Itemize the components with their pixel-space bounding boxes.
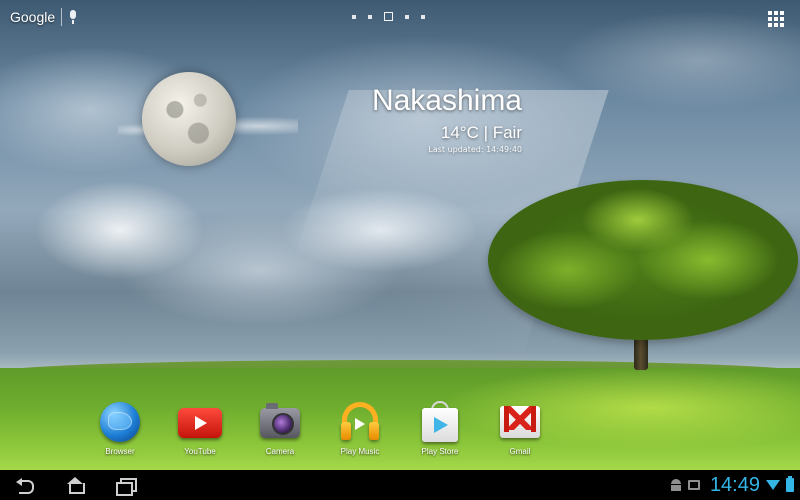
app-label: Play Store	[421, 447, 459, 456]
apps-grid-icon[interactable]	[768, 11, 784, 27]
google-search-bar[interactable]: Google	[10, 6, 78, 28]
navigation-bar: 14:49	[0, 470, 800, 500]
page-dot-1	[352, 14, 356, 19]
moon-icon[interactable]	[142, 72, 236, 166]
home-button[interactable]	[60, 474, 90, 496]
weather-widget[interactable]: Nakashima 14°C | Fair Last updated: 14:4…	[300, 84, 522, 156]
app-label: Camera	[265, 447, 295, 456]
play-music-icon	[338, 400, 382, 444]
screenshot-notification-icon	[687, 480, 700, 490]
page-dot-3-active	[384, 12, 393, 21]
app-browser[interactable]: Browser	[80, 400, 160, 460]
tree-crown	[488, 180, 798, 340]
back-button[interactable]	[10, 474, 40, 496]
back-icon	[16, 478, 34, 494]
android-notification-icon	[670, 479, 682, 491]
app-label: Browser	[105, 447, 135, 456]
browser-globe-icon	[98, 400, 142, 444]
app-label: YouTube	[184, 447, 216, 456]
status-tray[interactable]: 14:49	[670, 470, 794, 500]
status-clock: 14:49	[709, 473, 760, 496]
app-play-music[interactable]: Play Music	[320, 400, 400, 460]
google-search-label: Google	[10, 9, 56, 25]
app-youtube[interactable]: YouTube	[160, 400, 240, 460]
weather-city: Nakashima	[371, 84, 522, 117]
app-label: Gmail	[509, 447, 531, 456]
page-dot-5	[421, 14, 425, 19]
play-store-icon	[418, 400, 462, 444]
app-camera[interactable]: Camera	[240, 400, 320, 460]
camera-icon	[258, 400, 302, 444]
page-dot-4	[405, 14, 409, 19]
page-dot-2	[368, 14, 372, 19]
search-divider	[61, 8, 63, 26]
weather-last-updated: Last updated: 14:49:40	[428, 145, 522, 154]
app-dock: Browser YouTube Camera Play Music Play S…	[80, 400, 580, 460]
home-page-indicator	[352, 12, 425, 21]
wifi-icon	[766, 480, 780, 490]
battery-icon	[786, 476, 794, 492]
home-icon	[66, 477, 85, 494]
top-bar: Google	[0, 0, 800, 36]
recent-apps-icon	[116, 478, 137, 496]
app-gmail[interactable]: Gmail	[480, 400, 560, 460]
youtube-icon	[178, 400, 222, 444]
recent-apps-button[interactable]	[110, 474, 140, 496]
weather-condition: 14°C | Fair	[440, 123, 522, 142]
gmail-icon	[498, 400, 542, 444]
mic-icon[interactable]	[68, 10, 78, 24]
app-play-store[interactable]: Play Store	[400, 400, 480, 460]
app-label: Play Music	[340, 447, 380, 456]
